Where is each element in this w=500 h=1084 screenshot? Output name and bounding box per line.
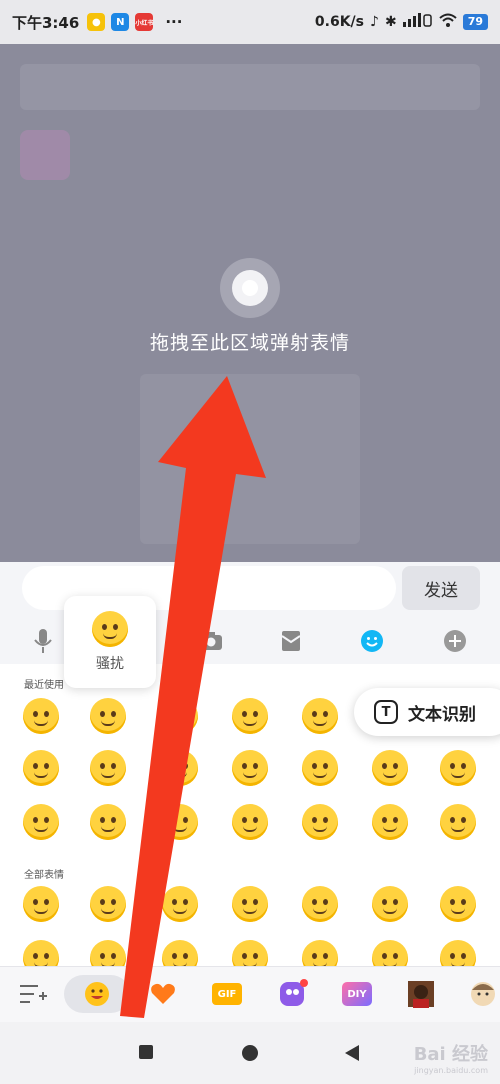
emoji-icon[interactable]: [23, 804, 59, 840]
ghost-tab-icon[interactable]: [276, 977, 310, 1011]
emoji-icon[interactable]: [302, 886, 338, 922]
emoji-icon[interactable]: [302, 750, 338, 786]
emoji-icon[interactable]: [162, 804, 198, 840]
favorites-heart-icon[interactable]: [146, 977, 180, 1011]
status-time: 下午3:46: [12, 13, 80, 32]
emoji-icon[interactable]: [302, 804, 338, 840]
smiley-tab-icon[interactable]: [80, 977, 114, 1011]
emoji-icon[interactable]: [372, 750, 408, 786]
emoji-icon[interactable]: [302, 698, 338, 734]
emoji-icon[interactable]: [440, 750, 476, 786]
emoji-icon[interactable]: [162, 698, 198, 734]
notification-xhs-icon: 小红书: [135, 13, 153, 31]
emoji-icon[interactable]: [232, 804, 268, 840]
emoji-icon[interactable]: [440, 886, 476, 922]
emoji-icon[interactable]: [440, 940, 476, 966]
emoji-icon[interactable]: [162, 886, 198, 922]
drop-hint-text: 拖拽至此区域弹射表情: [149, 332, 350, 354]
music-icon: ♪: [370, 14, 379, 30]
recent-section-label: 最近使用: [24, 680, 64, 691]
gif-tab-icon[interactable]: GIF: [210, 977, 244, 1011]
emoji-icon[interactable]: [232, 698, 268, 734]
emoji-icon[interactable]: [232, 750, 268, 786]
drop-zone-overlay[interactable]: 拖拽至此区域弹射表情: [0, 44, 500, 562]
emoji-category-tabs: GIF DIY: [0, 966, 500, 1022]
more-notifications-icon: ···: [165, 13, 183, 31]
emoji-icon[interactable]: [232, 886, 268, 922]
baidu-jingyan-watermark: Bai 经验 jingyan.baidu.com: [413, 1044, 488, 1075]
manage-list-icon[interactable]: [16, 977, 50, 1011]
emoji-icon[interactable]: [23, 698, 59, 734]
blurred-header: [20, 64, 480, 110]
emoji-preview-tooltip: 骚扰: [64, 596, 156, 688]
notification-app-icon: ●: [87, 13, 106, 31]
diy-tab-icon[interactable]: DIY: [340, 977, 374, 1011]
microphone-icon[interactable]: [28, 626, 58, 656]
bluetooth-icon: ✱: [384, 14, 397, 30]
emoji-icon[interactable]: [440, 804, 476, 840]
signal-icon: [402, 13, 433, 31]
emoji-icon[interactable]: [302, 940, 338, 966]
photo-sticker-icon[interactable]: [404, 977, 438, 1011]
emoji-icon[interactable]: [372, 940, 408, 966]
emoji-icon[interactable]: [90, 886, 126, 922]
emoji-icon[interactable]: [162, 940, 198, 966]
preview-label: 骚扰: [96, 656, 124, 672]
text-recognition-button[interactable]: T 文本识别: [354, 688, 500, 736]
blurred-avatar: [20, 130, 70, 180]
emoji-icon[interactable]: [357, 626, 387, 656]
home-icon[interactable]: [241, 1044, 259, 1066]
preview-emoji-icon: [92, 611, 128, 647]
character-sticker-icon[interactable]: [466, 977, 500, 1011]
emoji-icon[interactable]: [372, 886, 408, 922]
emoji-icon[interactable]: [90, 804, 126, 840]
wifi-icon: [439, 13, 457, 31]
blurred-message: [140, 374, 360, 544]
system-nav-bar: Bai 经验 jingyan.baidu.com: [0, 1022, 500, 1084]
emoji-icon[interactable]: [90, 698, 126, 734]
recent-apps-icon[interactable]: [138, 1044, 154, 1064]
text-recognition-label: 文本识别: [408, 704, 476, 725]
back-icon[interactable]: [344, 1044, 360, 1066]
text-recognition-icon: T: [374, 700, 398, 724]
drop-target-icon: [220, 258, 280, 318]
emoji-icon[interactable]: [372, 804, 408, 840]
notification-n-icon: N: [111, 13, 130, 31]
emoji-icon[interactable]: [90, 750, 126, 786]
status-right: 0.6K/s ♪ ✱ 79: [315, 13, 488, 31]
send-button[interactable]: 发送: [402, 566, 480, 610]
network-speed: 0.6K/s: [314, 14, 365, 30]
battery-indicator: 79: [462, 14, 488, 30]
emoji-icon[interactable]: [232, 940, 268, 966]
status-bar: 下午3:46 ● N 小红书 ··· 0.6K/s ♪ ✱ 79: [0, 0, 500, 44]
camera-icon[interactable]: [196, 626, 226, 656]
emoji-icon[interactable]: [23, 940, 59, 966]
plus-icon[interactable]: [440, 626, 470, 656]
all-section-label: 全部表情: [24, 870, 64, 881]
emoji-icon[interactable]: [23, 750, 59, 786]
emoji-icon[interactable]: [90, 940, 126, 966]
red-packet-icon[interactable]: [276, 626, 306, 656]
emoji-icon[interactable]: [23, 886, 59, 922]
emoji-icon[interactable]: [162, 750, 198, 786]
